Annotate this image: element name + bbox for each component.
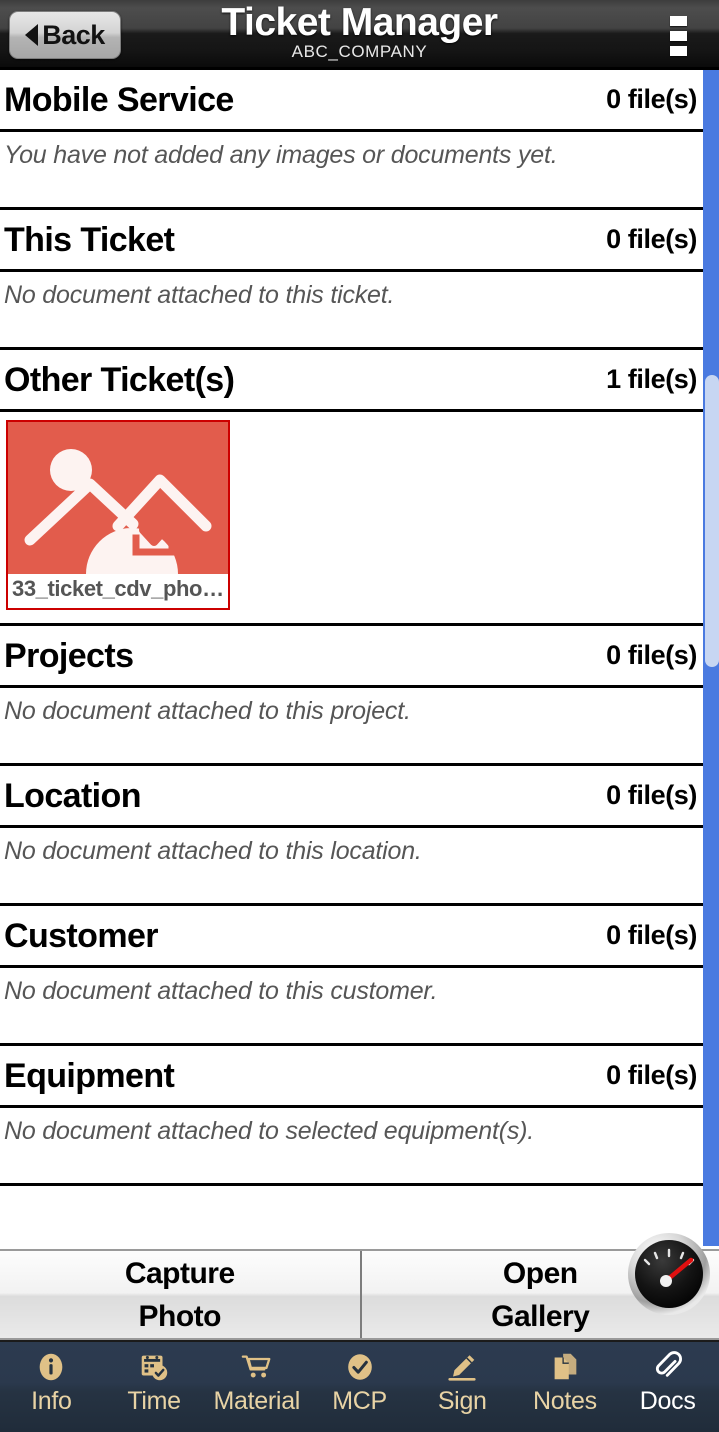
nav-item-label: MCP [332,1387,387,1415]
shopping-cart-icon [240,1349,274,1385]
section-header[interactable]: This Ticket 0 file(s) [0,210,703,272]
overflow-menu-icon[interactable] [669,16,687,56]
document-section: Other Ticket(s) 1 file(s) 33_ticket_cdv_ph… [0,350,703,626]
document-section: This Ticket 0 file(s) No document attached… [0,210,703,350]
nav-item-label: Notes [533,1387,597,1415]
title-bar: Back Ticket Manager ABC_COMPANY [0,0,719,70]
section-header[interactable]: Equipment 0 file(s) [0,1046,703,1108]
info-circle-icon [34,1349,68,1385]
nav-item-docs[interactable]: Docs [616,1342,719,1432]
section-file-count: 0 file(s) [606,1060,697,1090]
document-sections-scroll-area[interactable]: Mobile Service 0 file(s) You have not adde… [0,70,719,1246]
image-download-icon [8,422,228,574]
vertical-scrollbar[interactable] [703,70,719,1246]
open-gallery-label: Open Gallery [491,1256,590,1333]
section-body: You have not added any images or documen… [0,132,703,210]
file-name: 33_ticket_cdv_pho… [12,576,224,601]
nav-item-info[interactable]: Info [0,1342,103,1432]
section-body: No document attached to this ticket. [0,272,703,350]
back-arrow-icon [25,24,39,46]
section-header[interactable]: Other Ticket(s) 1 file(s) [0,350,703,412]
nav-item-label: Time [127,1387,181,1415]
section-title: Location [4,776,141,815]
section-header[interactable]: Mobile Service 0 file(s) [0,70,703,132]
back-button-label: Back [42,19,105,50]
section-body: 33_ticket_cdv_pho… [0,412,703,626]
section-title: Customer [4,916,159,955]
section-title: Mobile Service [4,80,234,119]
calendar-check-icon [137,1349,171,1385]
nav-item-label: Docs [639,1387,696,1415]
section-title: Projects [4,636,134,675]
section-body: No document attached to selected equipme… [0,1108,703,1186]
section-body: No document attached to this project. [0,688,703,766]
nav-item-mcp[interactable]: MCP [308,1342,411,1432]
ticket-manager-screen: Back Ticket Manager ABC_COMPANY Mobile S… [0,0,719,1432]
section-file-count: 0 file(s) [606,224,697,254]
document-section: Customer 0 file(s) No document attached to… [0,906,703,1046]
empty-state-message: No document attached to selected equipme… [4,1117,534,1145]
kebab-dot [669,31,687,41]
nav-item-time[interactable]: Time [103,1342,206,1432]
nav-item-label: Material [213,1387,301,1415]
file-tile[interactable]: 33_ticket_cdv_pho… [6,420,230,610]
nav-item-label: Sign [437,1387,487,1415]
speedometer-gauge-icon[interactable] [627,1232,711,1316]
capture-photo-label: Capture Photo [124,1256,235,1333]
section-title: Other Ticket(s) [4,360,235,399]
section-body: No document attached to this customer. [0,968,703,1046]
empty-state-message: No document attached to this location. [4,837,422,865]
scrollbar-thumb[interactable] [705,375,719,667]
nav-item-sign[interactable]: Sign [411,1342,514,1432]
pen-sign-icon [445,1349,479,1385]
section-file-count: 1 file(s) [606,364,697,394]
bottom-navigation-bar: Info Time Material MCP Sign Notes Docs [0,1340,719,1432]
document-section: Projects 0 file(s) No document attached to… [0,626,703,766]
capture-photo-button[interactable]: Capture Photo [0,1251,360,1338]
nav-item-label: Info [31,1387,72,1415]
empty-state-message: No document attached to this customer. [4,977,438,1005]
section-file-count: 0 file(s) [606,640,697,670]
document-section: Location 0 file(s) No document attached to… [0,766,703,906]
section-header[interactable]: Customer 0 file(s) [0,906,703,968]
documents-icon [548,1349,582,1385]
section-body: No document attached to this location. [0,828,703,906]
document-section: Equipment 0 file(s) No document attached t… [0,1046,703,1186]
action-button-bar: Capture Photo Open Gallery [0,1249,719,1340]
empty-state-message: You have not added any images or documen… [4,141,558,169]
document-section: Mobile Service 0 file(s) You have not adde… [0,70,703,210]
paperclip-icon [651,1349,685,1385]
empty-state-message: No document attached to this project. [4,697,411,725]
section-file-count: 0 file(s) [606,920,697,950]
sections-list: Mobile Service 0 file(s) You have not adde… [0,70,703,1186]
section-file-count: 0 file(s) [606,84,697,114]
check-circle-icon [343,1349,377,1385]
nav-item-material[interactable]: Material [205,1342,308,1432]
empty-state-message: No document attached to this ticket. [4,281,395,309]
nav-item-notes[interactable]: Notes [514,1342,617,1432]
section-header[interactable]: Projects 0 file(s) [0,626,703,688]
section-file-count: 0 file(s) [606,780,697,810]
kebab-dot [669,16,687,26]
back-button[interactable]: Back [9,11,121,59]
kebab-dot [669,46,687,56]
section-header[interactable]: Location 0 file(s) [0,766,703,828]
section-title: Equipment [4,1056,175,1095]
section-title: This Ticket [4,220,175,259]
